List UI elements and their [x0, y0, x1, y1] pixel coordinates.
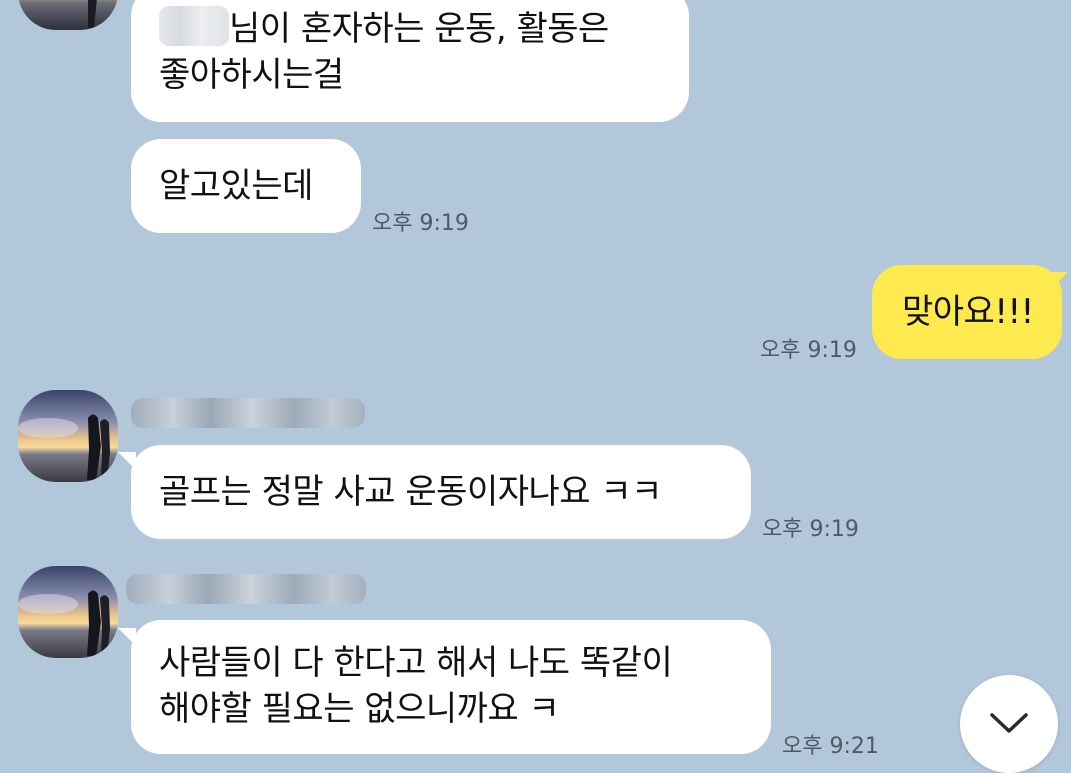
bubble-tail	[1050, 272, 1068, 290]
message-text: 골프는 정말 사교 운동이자나요 ㅋㅋ	[159, 472, 662, 512]
avatar[interactable]	[18, 390, 118, 482]
message-time: 오후 9:21	[782, 734, 879, 759]
redacted-sender-name	[131, 398, 365, 428]
message-text: 맞아요!!!	[902, 292, 1034, 332]
avatar[interactable]	[18, 566, 118, 658]
message-bubble[interactable]: 알고있는데	[131, 139, 361, 233]
message-time: 오후 9:19	[372, 211, 469, 236]
message-time: 오후 9:19	[760, 338, 857, 363]
message-line: 사람들이 다 한다고 해서 나도 똑같이	[159, 643, 673, 683]
redacted-sender-name	[126, 574, 366, 604]
message-bubble-mine[interactable]: 맞아요!!!	[872, 265, 1062, 359]
message-bubble[interactable]: 님이 혼자하는 운동, 활동은 좋아하시는걸	[131, 0, 689, 122]
message-line: 님이 혼자하는 운동, 활동은	[159, 6, 661, 52]
chat-area[interactable]: 님이 혼자하는 운동, 활동은 좋아하시는걸 알고있는데 오후 9:19 맞아요…	[0, 0, 1071, 773]
message-time: 오후 9:19	[762, 517, 859, 542]
message-bubble[interactable]: 골프는 정말 사교 운동이자나요 ㅋㅋ	[131, 445, 751, 539]
redacted-name	[159, 6, 229, 46]
message-text: 알고있는데	[159, 166, 313, 206]
message-line: 좋아하시는걸	[159, 55, 344, 95]
chevron-down-icon	[990, 713, 1028, 733]
avatar[interactable]	[18, 0, 118, 30]
message-line: 해야할 필요는 없으니까요 ㅋ	[159, 689, 560, 729]
message-bubble[interactable]: 사람들이 다 한다고 해서 나도 똑같이 해야할 필요는 없으니까요 ㅋ	[131, 620, 771, 754]
scroll-to-bottom-button[interactable]	[960, 675, 1058, 773]
